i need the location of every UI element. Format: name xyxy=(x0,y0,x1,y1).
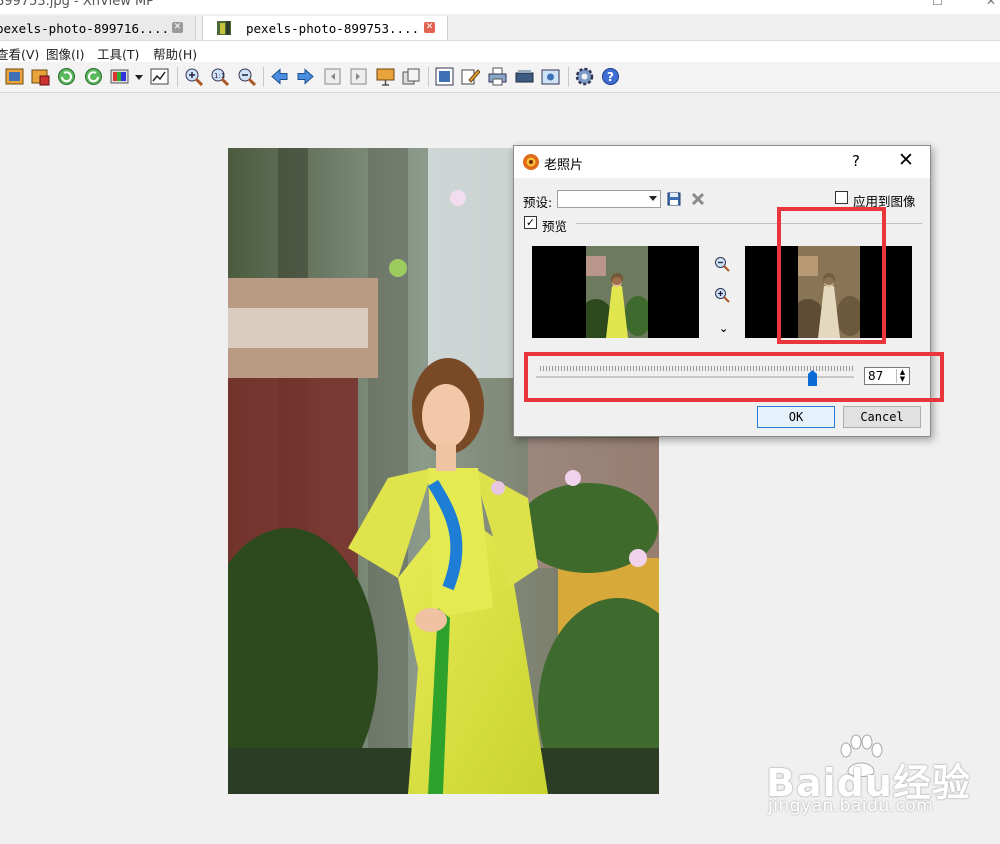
preview-highlight-box xyxy=(777,207,886,344)
toolbar-separator xyxy=(177,67,178,87)
tab-photo-899753[interactable]: pexels-photo-899753.... ✕ xyxy=(202,16,448,40)
edit-icon[interactable] xyxy=(461,67,480,86)
preview-label: 预览 xyxy=(542,219,568,234)
preset-label: 预设: xyxy=(523,195,553,210)
xnview-logo-icon xyxy=(523,154,539,170)
save-preset-icon[interactable] xyxy=(667,192,681,206)
copy-icon[interactable] xyxy=(402,67,421,86)
rotate-right-icon[interactable] xyxy=(84,67,103,86)
close-tab-icon[interactable]: ✕ xyxy=(424,22,435,33)
tab-label: pexels-photo-899716.... xyxy=(0,20,170,36)
expand-icon[interactable]: ⌄ xyxy=(719,322,728,335)
first-page-icon[interactable] xyxy=(323,67,342,86)
menu-help[interactable]: 帮助(H) xyxy=(153,44,197,63)
dropdown-arrow-icon[interactable] xyxy=(134,67,144,86)
delete-preset-icon[interactable] xyxy=(691,192,705,206)
toolbar: 1:1 ? xyxy=(0,62,1000,93)
next-icon[interactable] xyxy=(296,67,315,86)
original-preview xyxy=(532,246,699,338)
help-icon[interactable]: ? xyxy=(601,67,620,86)
last-page-icon[interactable] xyxy=(349,67,368,86)
resize-icon[interactable] xyxy=(435,67,454,86)
watermark-sub: jingyan.baidu.com xyxy=(768,796,934,816)
preview-checkbox[interactable]: ✓ xyxy=(524,216,537,229)
close-window-icon[interactable]: ✕ xyxy=(986,0,996,8)
apply-to-image-checkbox[interactable] xyxy=(835,191,848,204)
tab-label: pexels-photo-899753.... xyxy=(246,20,420,36)
scanner-icon[interactable] xyxy=(515,67,534,86)
print-icon[interactable] xyxy=(488,67,507,86)
capture-icon[interactable] xyxy=(541,67,560,86)
close-tab-icon[interactable]: ✕ xyxy=(172,22,183,33)
svg-text:1:1: 1:1 xyxy=(214,72,225,80)
crop-icon[interactable] xyxy=(31,67,50,86)
preview-zoom-in-icon[interactable] xyxy=(714,287,730,303)
tab-bar: pexels-photo-899716.... ✕ pexels-photo-8… xyxy=(0,14,1000,41)
previous-icon[interactable] xyxy=(270,67,289,86)
zoom-in-icon[interactable] xyxy=(184,67,203,86)
dialog-close-button[interactable]: ✕ xyxy=(898,149,914,171)
ok-button[interactable]: OK xyxy=(757,406,835,428)
zoom-out-icon[interactable] xyxy=(237,67,256,86)
settings-icon[interactable] xyxy=(575,67,594,86)
menu-tools[interactable]: 工具(T) xyxy=(97,44,139,63)
fullscreen-icon[interactable] xyxy=(5,67,24,86)
preview-zoom-out-icon[interactable] xyxy=(714,256,730,272)
image-thumbnail-icon xyxy=(217,21,231,35)
rotate-left-icon[interactable] xyxy=(57,67,76,86)
histogram-icon[interactable] xyxy=(150,67,169,86)
dialog-title: 老照片 xyxy=(544,158,584,173)
toolbar-separator xyxy=(568,67,569,87)
zoom-fit-icon[interactable]: 1:1 xyxy=(210,67,229,86)
toolbar-separator xyxy=(428,67,429,87)
window-titlebar: 899753.jpg - XnView MP ☐ ✕ xyxy=(0,0,1000,14)
chevron-down-icon xyxy=(649,196,657,201)
toolbar-separator xyxy=(263,67,264,87)
svg-text:?: ? xyxy=(607,70,614,84)
slider-highlight-box xyxy=(524,352,944,402)
dialog-help-button[interactable]: ? xyxy=(852,152,860,170)
menu-image[interactable]: 图像(I) xyxy=(46,44,84,63)
menu-view[interactable]: 查看(V) xyxy=(0,44,39,63)
cancel-button[interactable]: Cancel xyxy=(843,406,921,428)
dialog-titlebar: 老照片 ? ✕ xyxy=(514,146,930,178)
slideshow-icon[interactable] xyxy=(376,67,395,86)
color-adjust-icon[interactable] xyxy=(110,67,129,86)
menu-bar: 查看(V) 图像(I) 工具(T) 帮助(H) xyxy=(0,41,1000,62)
preset-select[interactable] xyxy=(557,190,661,208)
maximize-icon[interactable]: ☐ xyxy=(932,0,943,8)
window-title: 899753.jpg - XnView MP xyxy=(0,0,155,9)
tab-photo-899716[interactable]: pexels-photo-899716.... ✕ xyxy=(0,16,196,40)
